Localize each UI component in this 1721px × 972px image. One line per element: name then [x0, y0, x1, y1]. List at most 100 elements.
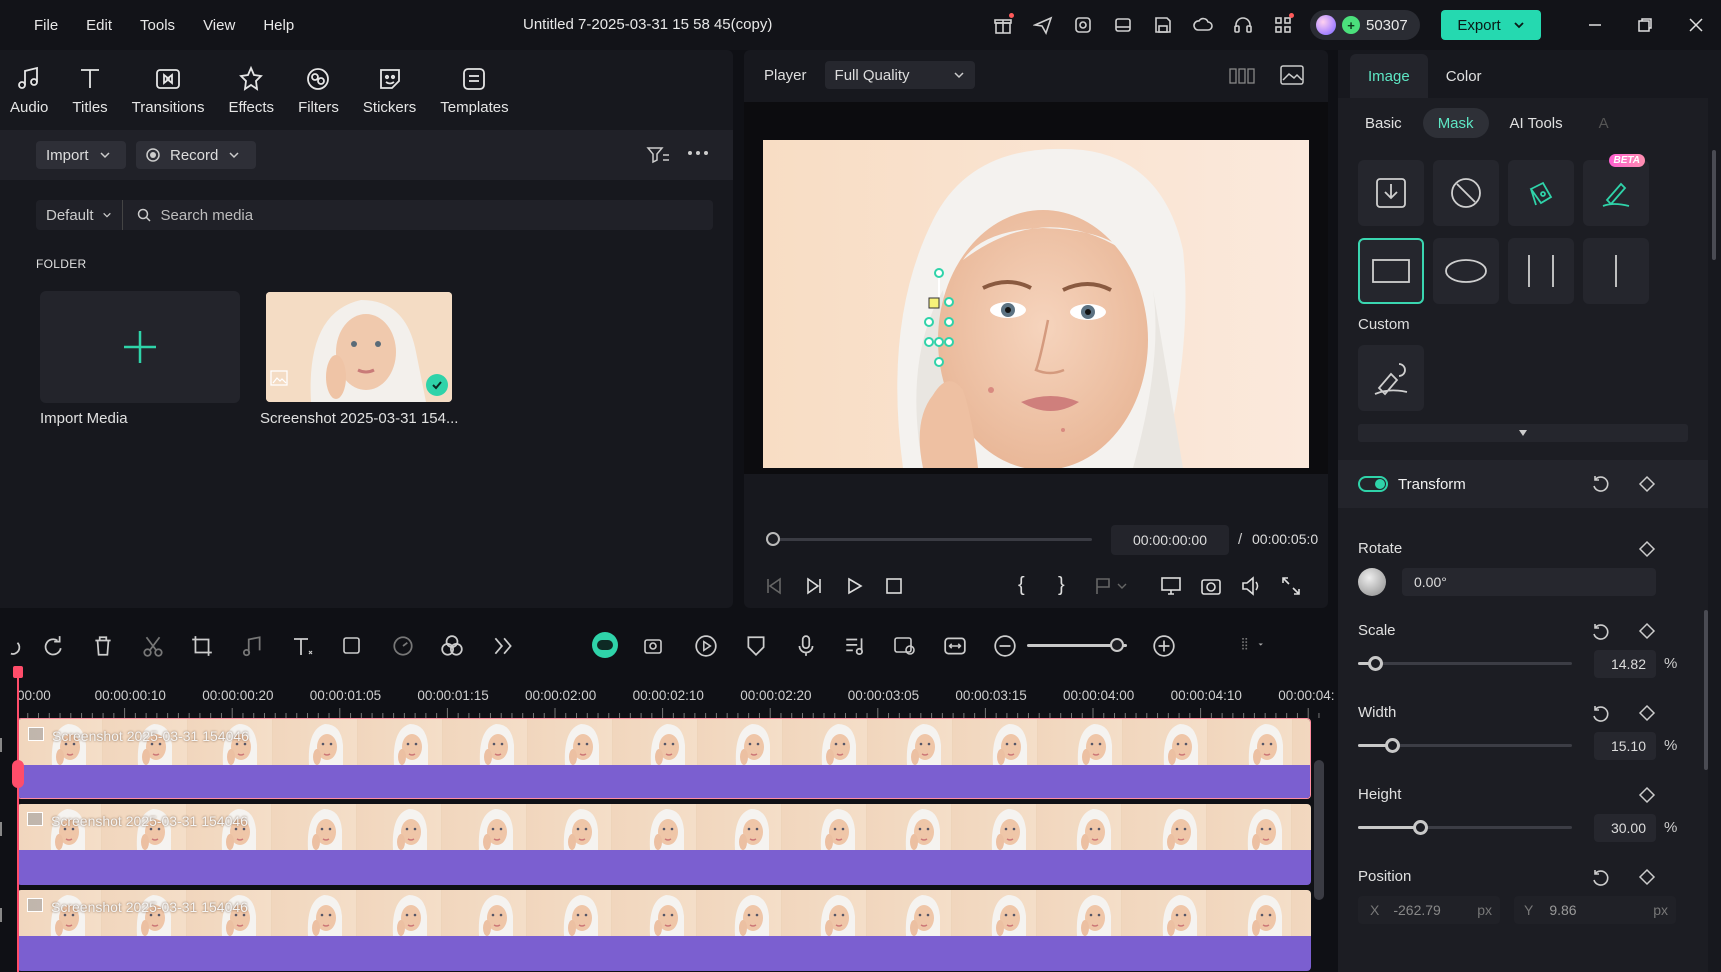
- snapshot-icon[interactable]: [1200, 575, 1222, 597]
- quality-dropdown[interactable]: Full Quality: [824, 61, 975, 89]
- export-button[interactable]: Export: [1441, 10, 1541, 40]
- slider-knob[interactable]: [1385, 738, 1401, 753]
- text-tool-icon[interactable]: [291, 634, 315, 658]
- position-y-field[interactable]: Y 9.86 px: [1514, 896, 1676, 924]
- send-icon[interactable]: [1030, 12, 1056, 38]
- microphone-icon[interactable]: [794, 634, 818, 658]
- keyframe-icon[interactable]: [1638, 540, 1656, 558]
- prev-frame-icon[interactable]: [764, 576, 784, 596]
- keyframe-icon[interactable]: [1638, 786, 1656, 804]
- tab-templates[interactable]: Templates: [440, 65, 509, 116]
- record-dropdown[interactable]: Record: [136, 141, 256, 169]
- layout-icon[interactable]: [1110, 12, 1136, 38]
- menu-tools[interactable]: Tools: [140, 17, 175, 34]
- snapshot-view-icon[interactable]: [1280, 65, 1304, 85]
- mark-in-icon[interactable]: {: [1018, 574, 1025, 597]
- filter-sort-icon[interactable]: [646, 145, 670, 165]
- tab-effects[interactable]: Effects: [228, 65, 274, 116]
- rotate-dial[interactable]: [1358, 568, 1386, 596]
- grid-view-icon[interactable]: [1229, 67, 1255, 85]
- mark-out-icon[interactable]: }: [1058, 574, 1065, 597]
- slider-knob[interactable]: [1413, 820, 1429, 835]
- current-time[interactable]: 00:00:00:00: [1111, 525, 1229, 555]
- keyframe-icon[interactable]: [1638, 622, 1656, 640]
- tab-color[interactable]: Color: [1428, 54, 1500, 98]
- avatar[interactable]: [1316, 15, 1336, 35]
- zoom-in-icon[interactable]: [1152, 634, 1176, 658]
- close-icon[interactable]: [1671, 14, 1721, 36]
- reset-icon[interactable]: [1590, 704, 1610, 724]
- playhead-handle[interactable]: [12, 760, 24, 788]
- slider-knob[interactable]: [1368, 656, 1384, 671]
- custom-mask-tile[interactable]: [1358, 345, 1424, 411]
- rotate-input[interactable]: 0.00°: [1402, 568, 1656, 596]
- inspector-scrollbar[interactable]: [1712, 150, 1716, 260]
- track-handle-3[interactable]: [0, 908, 6, 922]
- undo-icon[interactable]: [0, 634, 24, 658]
- mask-single-line-tile[interactable]: [1583, 238, 1649, 304]
- display-icon[interactable]: [1160, 575, 1182, 597]
- color-blend-icon[interactable]: [440, 634, 464, 658]
- tab-audio[interactable]: Audio: [10, 65, 48, 116]
- fit-icon[interactable]: [943, 634, 967, 658]
- playback-circle-icon[interactable]: [694, 634, 718, 658]
- menu-edit[interactable]: Edit: [86, 17, 112, 34]
- redo-icon[interactable]: [40, 634, 64, 658]
- subtab-ai-tools[interactable]: AI Tools: [1495, 108, 1578, 138]
- keyframe-icon[interactable]: [1638, 475, 1656, 493]
- subtab-basic[interactable]: Basic: [1350, 108, 1417, 138]
- preview-canvas[interactable]: [763, 140, 1309, 468]
- more-options-icon[interactable]: [687, 150, 709, 156]
- width-slider[interactable]: [1358, 738, 1572, 753]
- video-track-clip[interactable]: Screenshot 2025-03-31 154046: [17, 804, 1311, 885]
- zoom-out-icon[interactable]: [993, 634, 1017, 658]
- import-media-tile[interactable]: [40, 291, 240, 403]
- inspector-scrollbar-lower[interactable]: [1704, 610, 1708, 770]
- mask-none-tile[interactable]: [1433, 160, 1499, 226]
- position-x-field[interactable]: X -262.79 px: [1358, 896, 1500, 924]
- import-dropdown[interactable]: Import: [36, 141, 126, 169]
- music-list-icon[interactable]: [843, 634, 867, 658]
- menu-view[interactable]: View: [203, 17, 235, 34]
- timeline-layout-icon[interactable]: [1240, 632, 1264, 656]
- subtab-mask[interactable]: Mask: [1422, 108, 1489, 138]
- search-input[interactable]: Search media: [161, 207, 254, 224]
- stop-icon[interactable]: [884, 576, 904, 596]
- width-input[interactable]: 15.10: [1594, 732, 1656, 760]
- reset-icon[interactable]: [1590, 622, 1610, 642]
- scale-slider[interactable]: [1358, 656, 1572, 671]
- screen-record-icon[interactable]: [893, 634, 917, 658]
- apps-grid-icon[interactable]: [1270, 12, 1296, 38]
- scale-input[interactable]: 14.82: [1594, 650, 1656, 678]
- headset-icon[interactable]: [1230, 12, 1256, 38]
- gift-icon[interactable]: [990, 12, 1016, 38]
- audio-edit-icon[interactable]: [240, 634, 264, 658]
- reset-icon[interactable]: [1590, 868, 1610, 888]
- tab-transitions[interactable]: Transitions: [132, 65, 204, 116]
- timeline-scrollbar[interactable]: [1314, 760, 1324, 900]
- next-frame-icon[interactable]: [804, 576, 824, 596]
- fullscreen-icon[interactable]: [1280, 575, 1302, 597]
- more-tools-icon[interactable]: [491, 634, 515, 658]
- playhead[interactable]: [13, 666, 23, 972]
- transform-toggle[interactable]: [1358, 476, 1388, 492]
- height-slider[interactable]: [1358, 820, 1572, 835]
- keyframe-icon[interactable]: [1638, 868, 1656, 886]
- minimize-icon[interactable]: [1570, 14, 1620, 36]
- progress-knob[interactable]: [766, 532, 780, 546]
- zoom-slider-knob[interactable]: [1110, 638, 1124, 652]
- shape-tool-icon[interactable]: [341, 634, 365, 658]
- tab-filters[interactable]: Filters: [298, 65, 339, 116]
- media-thumbnail[interactable]: [266, 292, 452, 402]
- volume-icon[interactable]: [1240, 575, 1262, 597]
- mask-import-tile[interactable]: [1358, 160, 1424, 226]
- tab-stickers[interactable]: Stickers: [363, 65, 416, 116]
- cloud-icon[interactable]: [1190, 12, 1216, 38]
- mask-pen-tile[interactable]: [1508, 160, 1574, 226]
- video-track-clip[interactable]: Screenshot 2025-03-31 154046: [17, 718, 1311, 799]
- marker-icon[interactable]: [1094, 576, 1128, 596]
- timeline-ruler[interactable]: 00:00 00:00:00:10 00:00:00:20 00:00:01:05 00…: [17, 680, 1335, 718]
- ai-copilot-icon[interactable]: [1070, 12, 1096, 38]
- keyframe-icon[interactable]: [1638, 704, 1656, 722]
- tab-titles[interactable]: Titles: [72, 65, 108, 116]
